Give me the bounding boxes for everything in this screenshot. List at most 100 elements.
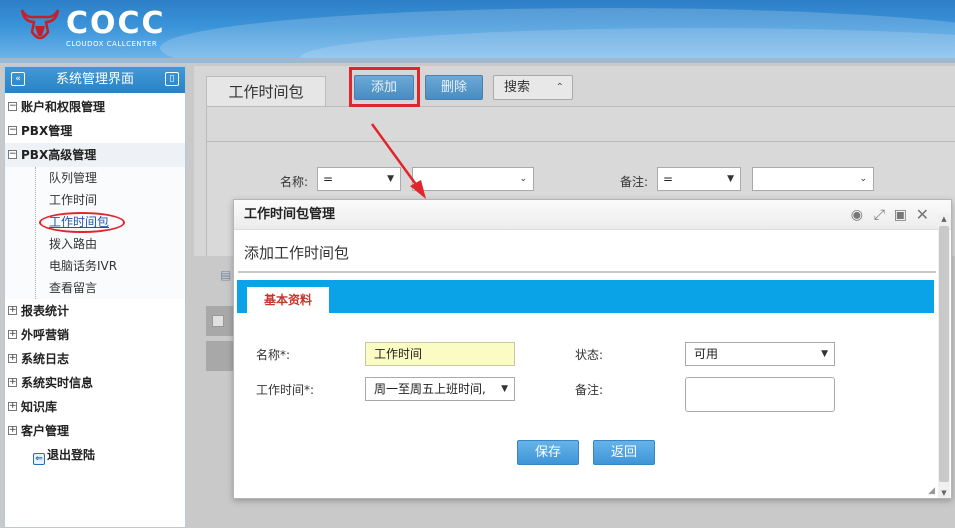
sidebar-item-label: 系统实时信息 <box>21 376 94 390</box>
sidebar-item-pbx[interactable]: − PBX管理 <box>5 119 185 143</box>
pin-icon[interactable]: ◉ <box>851 200 863 230</box>
sidebar-item-pbx-advanced[interactable]: − PBX高级管理 <box>5 143 185 167</box>
sidebar-item-accounts[interactable]: − 账户和权限管理 <box>5 95 185 119</box>
status-label: 状态: <box>575 348 604 362</box>
tree-toggle-icon[interactable]: − <box>8 150 17 159</box>
chevron-up-icon: ⌃ <box>555 82 564 93</box>
dialog-scrollbar[interactable]: ▲ ▼ <box>938 214 950 498</box>
tab-worktime-package[interactable]: 工作时间包 <box>206 76 326 106</box>
filter-name-label: 名称: <box>280 175 309 189</box>
sidebar-item-label: 系统日志 <box>21 352 70 366</box>
save-button[interactable]: 保存 <box>517 440 579 465</box>
filter-divider <box>207 141 955 142</box>
row-checkbox[interactable] <box>212 315 224 327</box>
sidebar-item-label: 外呼营销 <box>21 328 70 342</box>
sidebar-title: 系统管理界面 <box>55 72 134 87</box>
sidebar-item-label: 客户管理 <box>21 424 70 438</box>
maximize-icon[interactable]: ▣ <box>894 200 907 230</box>
scroll-thumb[interactable] <box>939 226 949 482</box>
tree-toggle-icon[interactable]: + <box>8 378 17 387</box>
sidebar-item-inbound-route[interactable]: 拨入路由 <box>5 233 185 255</box>
sidebar-item-voicemail[interactable]: 查看留言 <box>5 277 185 299</box>
back-button[interactable]: 返回 <box>593 440 655 465</box>
scroll-up-icon[interactable]: ▲ <box>938 214 950 224</box>
sidebar-item-queue[interactable]: 队列管理 <box>5 167 185 189</box>
subtitle-divider <box>238 271 936 273</box>
sidebar-item-label: 报表统计 <box>21 304 70 318</box>
pin-icon[interactable]: ▯ <box>165 72 179 86</box>
note-field[interactable] <box>685 377 835 412</box>
filter-name-operator-value: = <box>323 172 334 186</box>
sidebar-item-worktime-package[interactable]: 工作时间包 <box>5 211 185 233</box>
tree-toggle-icon[interactable]: + <box>8 426 17 435</box>
sidebar: « 系统管理界面 ▯ − 账户和权限管理 − PBX管理 − PBX高级管理 队… <box>4 66 186 528</box>
tab-basic-info[interactable]: 基本资料 <box>247 287 329 313</box>
sidebar-item-logs[interactable]: + 系统日志 <box>5 347 185 371</box>
tree-toggle-icon[interactable]: + <box>8 330 17 339</box>
logout-link[interactable]: ⇐ 退出登陆 <box>5 443 185 467</box>
worktime-value: 周一至周五上班时间, <box>374 382 486 396</box>
logo-subtitle: CLOUDOX CALLCENTER <box>66 40 158 48</box>
filter-note-label: 备注: <box>620 175 649 189</box>
sidebar-item-worktime[interactable]: 工作时间 <box>5 189 185 211</box>
tree-toggle-icon[interactable]: − <box>8 126 17 135</box>
highlight-ellipse <box>39 212 125 233</box>
status-value: 可用 <box>694 347 719 361</box>
logo-text: COCC <box>66 6 166 41</box>
sidebar-item-label: PBX高级管理 <box>21 148 97 162</box>
chevron-down-icon: ⌄ <box>859 174 867 184</box>
dialog-titlebar: 工作时间包管理 ◉ ⤢ ▣ ✕ <box>234 200 951 230</box>
name-field[interactable]: 工作时间 <box>365 342 515 366</box>
tree-toggle-icon[interactable]: − <box>8 102 17 111</box>
tree-toggle-icon[interactable]: + <box>8 354 17 363</box>
app-header: COCC CLOUDOX CALLCENTER <box>0 0 955 58</box>
sidebar-item-outbound[interactable]: + 外呼营销 <box>5 323 185 347</box>
sidebar-item-label: 账户和权限管理 <box>21 100 106 114</box>
document-icon: ▤ <box>220 268 232 282</box>
nav-tree: − 账户和权限管理 − PBX管理 − PBX高级管理 队列管理 工作时间 工作… <box>5 93 185 467</box>
caret-down-icon: ▼ <box>821 349 828 359</box>
dialog-subtitle: 添加工作时间包 <box>244 244 350 262</box>
close-icon[interactable]: ✕ <box>916 200 929 230</box>
bull-logo-icon <box>20 9 60 40</box>
filter-name-operator[interactable]: = ▼ <box>317 167 401 191</box>
add-highlight-box <box>349 67 420 107</box>
caret-down-icon: ▼ <box>727 174 734 184</box>
resize-grip-icon[interactable]: ◢ <box>928 486 935 496</box>
caret-down-icon: ▼ <box>499 378 508 400</box>
dialog-title: 工作时间包管理 <box>244 207 336 222</box>
sidebar-item-customers[interactable]: + 客户管理 <box>5 419 185 443</box>
pbx-advanced-children: 队列管理 工作时间 工作时间包 拨入路由 电脑话务IVR 查看留言 <box>5 167 185 299</box>
sidebar-item-reports[interactable]: + 报表统计 <box>5 299 185 323</box>
tree-toggle-icon[interactable]: + <box>8 306 17 315</box>
expand-icon[interactable]: ⤢ <box>874 200 885 230</box>
chevron-down-icon: ⌄ <box>519 174 527 184</box>
filter-note-operator-value: = <box>663 172 674 186</box>
delete-button[interactable]: 删除 <box>425 75 483 100</box>
filter-name-value[interactable]: ⌄ <box>412 167 534 191</box>
note-label: 备注: <box>575 383 604 397</box>
status-select[interactable]: 可用 ▼ <box>685 342 835 366</box>
sidebar-item-knowledge[interactable]: + 知识库 <box>5 395 185 419</box>
header-divider <box>0 58 955 63</box>
filter-note-operator[interactable]: = ▼ <box>657 167 741 191</box>
search-button[interactable]: 搜索 ⌃ <box>493 75 573 100</box>
sidebar-item-ivr[interactable]: 电脑话务IVR <box>5 255 185 277</box>
worktime-label: 工作时间*: <box>256 383 315 397</box>
sidebar-item-realtime[interactable]: + 系统实时信息 <box>5 371 185 395</box>
scroll-down-icon[interactable]: ▼ <box>938 488 950 498</box>
sidebar-item-label: 知识库 <box>21 400 58 414</box>
logo: COCC CLOUDOX CALLCENTER <box>18 4 178 54</box>
caret-down-icon: ▼ <box>387 174 394 184</box>
search-label: 搜索 <box>504 80 531 95</box>
name-label: 名称*: <box>256 348 291 362</box>
dialog-tabbar: 基本资料 <box>237 280 934 313</box>
tree-toggle-icon[interactable]: + <box>8 402 17 411</box>
logout-label: 退出登陆 <box>47 448 96 462</box>
logout-icon: ⇐ <box>33 453 45 465</box>
sidebar-item-label: PBX管理 <box>21 124 73 138</box>
worktime-select[interactable]: 周一至周五上班时间, ▼ <box>365 377 515 401</box>
filter-note-value[interactable]: ⌄ <box>752 167 874 191</box>
collapse-left-icon[interactable]: « <box>11 72 25 86</box>
sidebar-header: « 系统管理界面 ▯ <box>5 67 185 93</box>
